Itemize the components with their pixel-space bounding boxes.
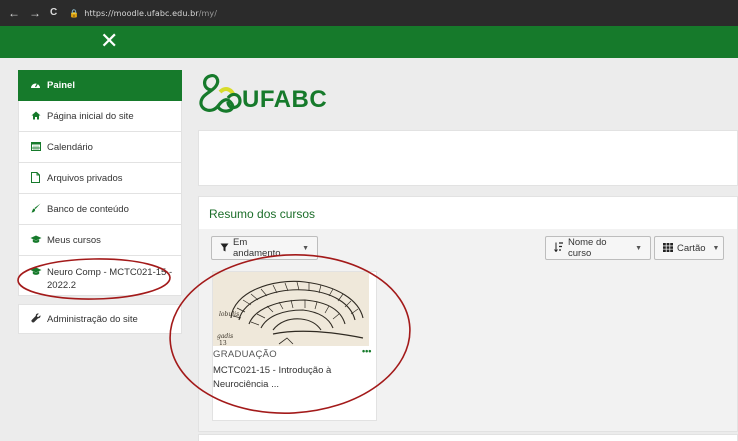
- sidebar-item-label: Banco de conteúdo: [47, 203, 129, 215]
- sidebar-item-neuro-comp[interactable]: Neuro Comp - MCTC021-15 - 2022.2: [18, 256, 182, 296]
- block-title: Resumo dos cursos: [209, 207, 316, 221]
- address-bar[interactable]: 🔒 https://moodle.ufabc.edu.br/my/: [69, 9, 217, 18]
- sidebar-item-site-admin[interactable]: Administração do site: [18, 304, 182, 334]
- file-icon: [30, 171, 41, 185]
- sidebar-item-calendar[interactable]: Calendário: [18, 132, 182, 163]
- graduation-cap-icon: [30, 267, 42, 278]
- caret-down-icon: ▼: [712, 244, 720, 252]
- sidebar-item-label: Calendário: [47, 141, 93, 153]
- svg-text:13: 13: [219, 340, 227, 346]
- close-drawer-icon[interactable]: ✕: [100, 29, 118, 55]
- course-overview-content: Em andamento ▼ Nome do curso ▼ Cartão ▼: [199, 229, 737, 431]
- sidebar-item-home[interactable]: Página inicial do site: [18, 101, 182, 132]
- course-menu-icon[interactable]: •••: [362, 346, 371, 356]
- brush-icon: [30, 203, 41, 215]
- course-overview-block: Resumo dos cursos Em andamento ▼ Nome do…: [198, 196, 738, 432]
- course-image[interactable]: lobulis gadis 13: [213, 272, 369, 346]
- sidebar-item-label: Neuro Comp - MCTC021-15 - 2022.2: [47, 267, 173, 291]
- course-card[interactable]: lobulis gadis 13 GRADUAÇÃO ••• MCTC021-1…: [212, 271, 377, 421]
- sidebar-item-content-bank[interactable]: Banco de conteúdo: [18, 194, 182, 225]
- browser-toolbar: ← → C 🔒 https://moodle.ufabc.edu.br/my/: [0, 0, 738, 26]
- svg-text:lobulis: lobulis: [219, 311, 239, 318]
- dashboard-icon: [30, 80, 41, 91]
- sidebar-item-label: Página inicial do site: [47, 110, 134, 122]
- course-name-link[interactable]: MCTC021-15 - Introdução à Neurociência .…: [213, 364, 363, 392]
- sidebar-item-label: Painel: [47, 80, 75, 91]
- reload-icon[interactable]: C: [50, 7, 57, 19]
- view-dropdown[interactable]: Cartão ▼: [654, 236, 724, 260]
- lock-icon: 🔒: [69, 8, 80, 18]
- sidebar-nav: Painel Página inicial do site Calendário…: [18, 70, 182, 334]
- site-header: ✕: [0, 26, 738, 58]
- sidebar-item-painel[interactable]: Painel: [18, 70, 182, 101]
- ufabc-logo-text: UFABC: [242, 86, 328, 113]
- caret-down-icon: ▼: [635, 244, 642, 252]
- graduation-cap-icon: [30, 235, 42, 246]
- calendar-icon: [30, 141, 41, 153]
- filter-label: Em andamento: [233, 237, 281, 259]
- sort-label: Nome do curso: [568, 237, 607, 259]
- grid-icon: [663, 242, 673, 254]
- caret-down-icon: ▼: [302, 244, 309, 252]
- page-header-card: [198, 130, 738, 186]
- sidebar-item-label: Arquivos privados: [47, 172, 123, 184]
- sort-alpha-icon: [554, 242, 564, 254]
- svg-text:gadis: gadis: [217, 333, 233, 340]
- view-label: Cartão: [677, 242, 706, 254]
- next-block: [198, 434, 738, 441]
- sidebar-item-label: Meus cursos: [47, 234, 101, 246]
- url-text: https://moodle.ufabc.edu.br/my/: [84, 8, 218, 18]
- wrench-icon: [30, 313, 41, 325]
- home-icon: [30, 111, 41, 122]
- sidebar-item-my-courses[interactable]: Meus cursos: [18, 225, 182, 256]
- course-category: GRADUAÇÃO: [213, 349, 277, 360]
- sidebar-item-private-files[interactable]: Arquivos privados: [18, 163, 182, 194]
- sort-dropdown[interactable]: Nome do curso ▼: [545, 236, 651, 260]
- filter-icon: [220, 243, 229, 254]
- forward-arrow-icon[interactable]: →: [29, 7, 41, 19]
- grouping-filter-dropdown[interactable]: Em andamento ▼: [211, 236, 318, 260]
- sidebar-item-label: Administração do site: [47, 313, 138, 325]
- back-arrow-icon[interactable]: ←: [8, 7, 20, 19]
